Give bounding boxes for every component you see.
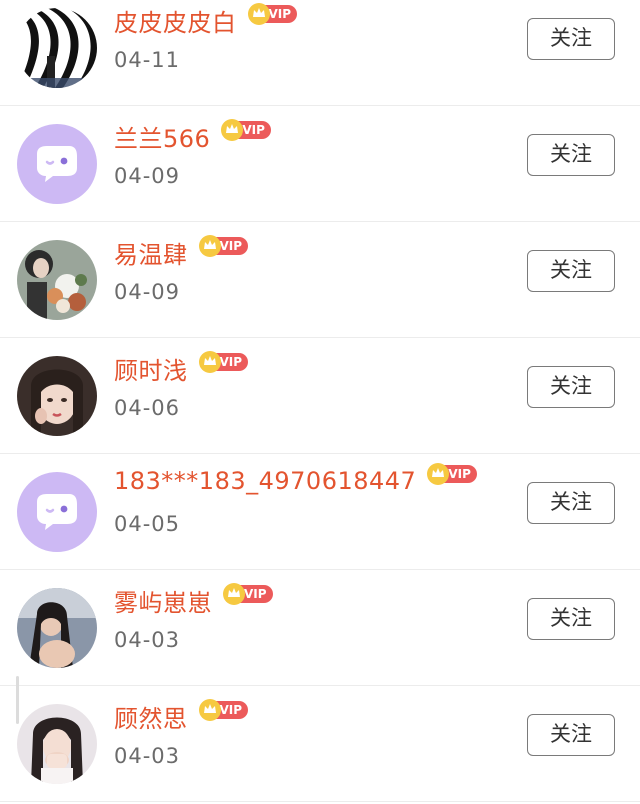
follow-button[interactable]: 关注: [527, 250, 615, 292]
chat-bubble-icon: [17, 472, 97, 552]
avatar[interactable]: [17, 704, 97, 784]
name-line: 183***183_4970618447 VIP: [114, 463, 477, 495]
avatar[interactable]: [17, 8, 97, 88]
follow-button[interactable]: 关注: [527, 18, 615, 60]
avatar[interactable]: [17, 356, 97, 436]
user-name[interactable]: 易温肆: [114, 235, 188, 270]
name-line: 顾时浅 VIP: [114, 350, 249, 386]
follow-button[interactable]: 关注: [527, 134, 615, 176]
user-name[interactable]: 兰兰566: [114, 119, 210, 154]
name-line: 兰兰566 VIP: [114, 118, 271, 154]
user-name[interactable]: 雾屿崽崽: [114, 583, 212, 618]
date-text: 04-09: [114, 280, 181, 304]
list-item[interactable]: 顾然思 VIP 04-03 关注: [0, 686, 640, 802]
list-item[interactable]: 顾时浅 VIP 04-06 关注: [0, 338, 640, 454]
crown-icon: [198, 698, 222, 722]
follow-button[interactable]: 关注: [527, 714, 615, 756]
avatar[interactable]: [17, 588, 97, 668]
date-text: 04-03: [114, 744, 181, 768]
crown-icon: [198, 234, 222, 258]
vip-badge: VIP: [198, 350, 249, 374]
avatar[interactable]: [17, 124, 97, 204]
list-item[interactable]: 皮皮皮皮白 VIP 04-11 关注: [0, 0, 640, 106]
avatar[interactable]: [17, 472, 97, 552]
photo-avatar-icon: [17, 588, 97, 668]
follow-button[interactable]: 关注: [527, 482, 615, 524]
user-name[interactable]: 183***183_4970618447: [114, 467, 416, 495]
crown-icon: [198, 350, 222, 374]
vip-badge: VIP: [222, 582, 273, 606]
crown-icon: [247, 2, 271, 26]
photo-avatar-icon: [17, 704, 97, 784]
user-name[interactable]: 顾时浅: [114, 351, 188, 386]
follower-list: 皮皮皮皮白 VIP 04-11 关注 兰兰566 VIP 04-09 关注 易温…: [0, 0, 640, 804]
date-text: 04-06: [114, 396, 181, 420]
vip-badge: VIP: [247, 2, 298, 26]
scrollbar[interactable]: [16, 676, 19, 724]
photo-avatar-icon: [17, 356, 97, 436]
name-line: 皮皮皮皮白 VIP: [114, 2, 298, 38]
zebra-stripe-avatar-icon: [17, 8, 97, 88]
user-name[interactable]: 顾然思: [114, 699, 188, 734]
crown-icon: [220, 118, 244, 142]
date-text: 04-03: [114, 628, 181, 652]
vip-badge: VIP: [198, 234, 249, 258]
list-item[interactable]: 183***183_4970618447 VIP 04-05 关注: [0, 454, 640, 570]
date-text: 04-05: [114, 512, 181, 536]
photo-avatar-icon: [17, 240, 97, 320]
list-item[interactable]: 易温肆 VIP 04-09 关注: [0, 222, 640, 338]
follow-button[interactable]: 关注: [527, 366, 615, 408]
vip-badge: VIP: [198, 698, 249, 722]
date-text: 04-11: [114, 48, 181, 72]
avatar[interactable]: [17, 240, 97, 320]
vip-badge: VIP: [220, 118, 271, 142]
crown-icon: [222, 582, 246, 606]
name-line: 易温肆 VIP: [114, 234, 249, 270]
crown-icon: [426, 462, 450, 486]
name-line: 顾然思 VIP: [114, 698, 249, 734]
chat-bubble-icon: [17, 124, 97, 204]
list-item[interactable]: 雾屿崽崽 VIP 04-03 关注: [0, 570, 640, 686]
follow-button[interactable]: 关注: [527, 598, 615, 640]
list-item[interactable]: 兰兰566 VIP 04-09 关注: [0, 106, 640, 222]
name-line: 雾屿崽崽 VIP: [114, 582, 273, 618]
date-text: 04-09: [114, 164, 181, 188]
user-name[interactable]: 皮皮皮皮白: [114, 3, 237, 38]
vip-badge: VIP: [426, 463, 477, 485]
